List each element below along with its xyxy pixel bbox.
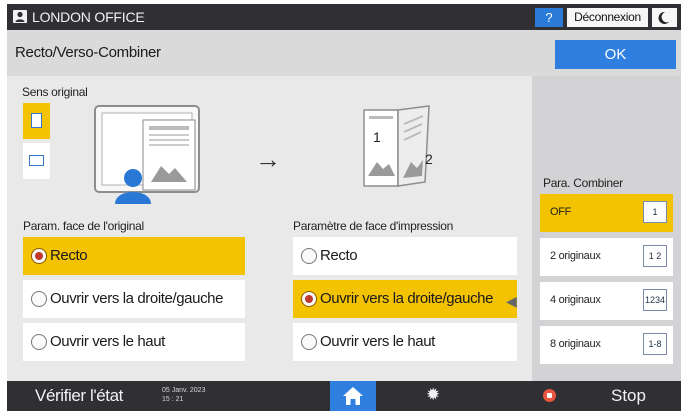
arrow-icon: →	[255, 144, 281, 174]
option-label: Ouvrir vers le haut	[50, 333, 165, 350]
landscape-page-icon	[29, 155, 44, 166]
svg-text:2: 2	[425, 151, 433, 167]
original-recto-option[interactable]: Recto	[23, 237, 245, 275]
gear-icon[interactable]: ✹	[426, 385, 440, 405]
bottom-bar: Vérifier l'état 05 Janv. 2023 15 : 21 ✹ …	[7, 381, 681, 411]
output-illustration: 1 2	[363, 105, 433, 187]
radio-icon	[301, 248, 317, 264]
original-open-top-option[interactable]: Ouvrir vers le haut	[23, 323, 245, 361]
print-open-top-option[interactable]: Ouvrir vers le haut	[293, 323, 517, 361]
option-label: 2 originaux	[550, 250, 601, 262]
print-recto-option[interactable]: Recto	[293, 237, 517, 275]
original-illustration	[94, 105, 200, 204]
orientation-landscape-button[interactable]	[23, 143, 50, 179]
option-label: Recto	[50, 247, 88, 264]
combine-thumbnail-icon: 1-8	[643, 333, 667, 355]
date-text: 05 Janv. 2023	[162, 387, 206, 394]
option-label: OFF	[550, 206, 572, 218]
radio-icon	[31, 334, 47, 350]
svg-text:1: 1	[373, 129, 381, 145]
option-label: Ouvrir vers la droite/gauche	[320, 290, 494, 307]
check-status-button[interactable]: Vérifier l'état	[35, 386, 123, 406]
combine-thumbnail-icon: 1 2	[643, 245, 667, 267]
user-icon	[13, 10, 27, 23]
time-text: 15 : 21	[162, 396, 184, 403]
original-open-lr-option[interactable]: Ouvrir vers la droite/gauche	[23, 280, 245, 318]
home-icon	[343, 387, 363, 405]
sleep-button[interactable]	[652, 8, 677, 27]
combine-label: Para. Combiner	[543, 176, 623, 190]
stop-icon	[543, 389, 556, 402]
print-sides-label: Paramètre de face d'impression	[293, 219, 454, 233]
option-label: Recto	[320, 247, 358, 264]
title-bar: Recto/Verso-Combiner OK	[7, 30, 681, 76]
radio-icon	[31, 291, 47, 307]
radio-icon	[301, 291, 317, 307]
option-label: Ouvrir vers le haut	[320, 333, 435, 350]
radio-icon	[301, 334, 317, 350]
orientation-label: Sens original	[22, 85, 88, 99]
option-label: 4 originaux	[550, 294, 601, 306]
option-label: Ouvrir vers la droite/gauche	[50, 290, 224, 307]
top-bar: LONDON OFFICE ? Déconnexion	[7, 4, 681, 30]
home-button[interactable]	[330, 381, 376, 411]
original-sides-label: Param. face de l'original	[23, 219, 144, 233]
portrait-page-icon	[31, 113, 42, 128]
logout-button[interactable]: Déconnexion	[567, 8, 648, 27]
combine-4-option[interactable]: 4 originaux 1234	[540, 282, 673, 320]
moon-icon	[658, 11, 669, 24]
ok-button[interactable]: OK	[555, 40, 676, 69]
help-button[interactable]: ?	[535, 8, 563, 27]
page-title: Recto/Verso-Combiner	[15, 44, 161, 61]
chevron-right-icon: ◀	[506, 293, 517, 309]
combine-thumbnail-icon: 1234	[643, 289, 667, 311]
radio-icon	[31, 248, 47, 264]
combine-off-option[interactable]: OFF 1	[540, 194, 673, 232]
combine-2-option[interactable]: 2 originaux 1 2	[540, 238, 673, 276]
combine-8-option[interactable]: 8 originaux 1-8	[540, 326, 673, 364]
orientation-portrait-button[interactable]	[23, 103, 50, 139]
print-open-lr-option[interactable]: Ouvrir vers la droite/gauche	[293, 280, 517, 318]
copier-screen: LONDON OFFICE ? Déconnexion Recto/Verso-…	[7, 4, 681, 411]
office-name: LONDON OFFICE	[32, 9, 145, 25]
stop-button[interactable]: Stop	[611, 386, 646, 406]
date-time: 05 Janv. 2023 15 : 21	[162, 386, 205, 404]
option-label: 8 originaux	[550, 338, 601, 350]
combine-thumbnail-icon: 1	[643, 201, 667, 223]
